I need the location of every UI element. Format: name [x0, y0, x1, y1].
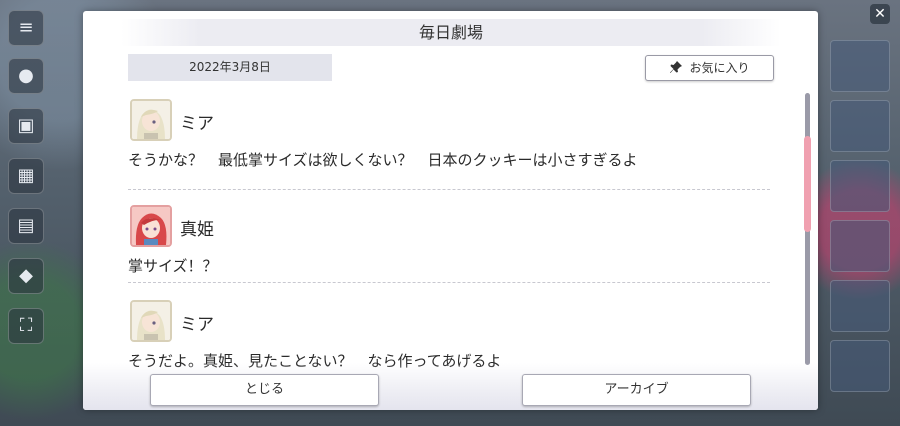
chat-icon[interactable]: ● — [8, 58, 44, 94]
chat-log[interactable]: ミア そうかな？ 最低掌サイズは欲しくない？ 日本のクッキーは小さすぎるよ 真姫… — [128, 93, 773, 369]
chat-message: 真姫 掌サイズ！？ — [128, 205, 773, 275]
message-text: そうかな？ 最低掌サイズは欲しくない？ 日本のクッキーは小さすぎるよ — [128, 151, 638, 169]
speaker-name: ミア — [180, 315, 214, 335]
speaker-name: ミア — [180, 114, 214, 134]
daily-theater-modal: 毎日劇場 2022年3月8日 お気に入り ミア そうかな？ 最低掌サイズは欲しく… — [83, 11, 818, 410]
hamburger-menu-icon[interactable]: ≡ — [8, 10, 44, 46]
close-button[interactable]: とじる — [150, 374, 379, 406]
shop-icon[interactable]: ▤ — [8, 208, 44, 244]
divider — [128, 189, 770, 190]
mia-portrait-icon — [130, 99, 172, 141]
modal-title-bar: 毎日劇場 — [121, 19, 781, 46]
modal-title: 毎日劇場 — [418, 23, 483, 42]
trophy-icon[interactable]: ◆ — [8, 258, 44, 294]
pin-icon — [670, 61, 683, 73]
close-icon[interactable]: ✕ — [870, 4, 890, 24]
expand-icon[interactable]: ⛶ — [8, 308, 44, 344]
right-menu-rail: ✕ — [818, 0, 900, 426]
chat-message: ミア そうだよ。真姫、見たことない？ なら作ってあげるよ — [128, 300, 773, 369]
maki-portrait-icon — [130, 205, 172, 247]
archive-button[interactable]: アーカイブ — [522, 374, 751, 406]
present-icon[interactable]: ▣ — [8, 108, 44, 144]
training-tile[interactable] — [830, 280, 890, 332]
message-text: 掌サイズ！？ — [128, 257, 218, 275]
gacha-tile[interactable] — [830, 340, 890, 392]
favorite-label: お気に入り — [689, 61, 750, 75]
status-tile[interactable] — [830, 40, 890, 92]
mia-portrait-icon — [130, 300, 172, 342]
story-tile[interactable] — [830, 220, 890, 272]
favorite-button[interactable]: お気に入り — [645, 55, 774, 81]
live-tile[interactable] — [830, 160, 890, 212]
gift-icon[interactable]: ▦ — [8, 158, 44, 194]
divider — [128, 282, 770, 283]
scrollbar-thumb[interactable] — [804, 136, 811, 232]
date-label: 2022年3月8日 — [128, 54, 332, 81]
event-tile[interactable] — [830, 100, 890, 152]
speaker-name: 真姫 — [180, 220, 214, 240]
left-menu-rail: ≡ ● ▣ ▦ ▤ ◆ ⛶ — [0, 0, 50, 426]
chat-message: ミア そうかな？ 最低掌サイズは欲しくない？ 日本のクッキーは小さすぎるよ — [128, 99, 773, 169]
